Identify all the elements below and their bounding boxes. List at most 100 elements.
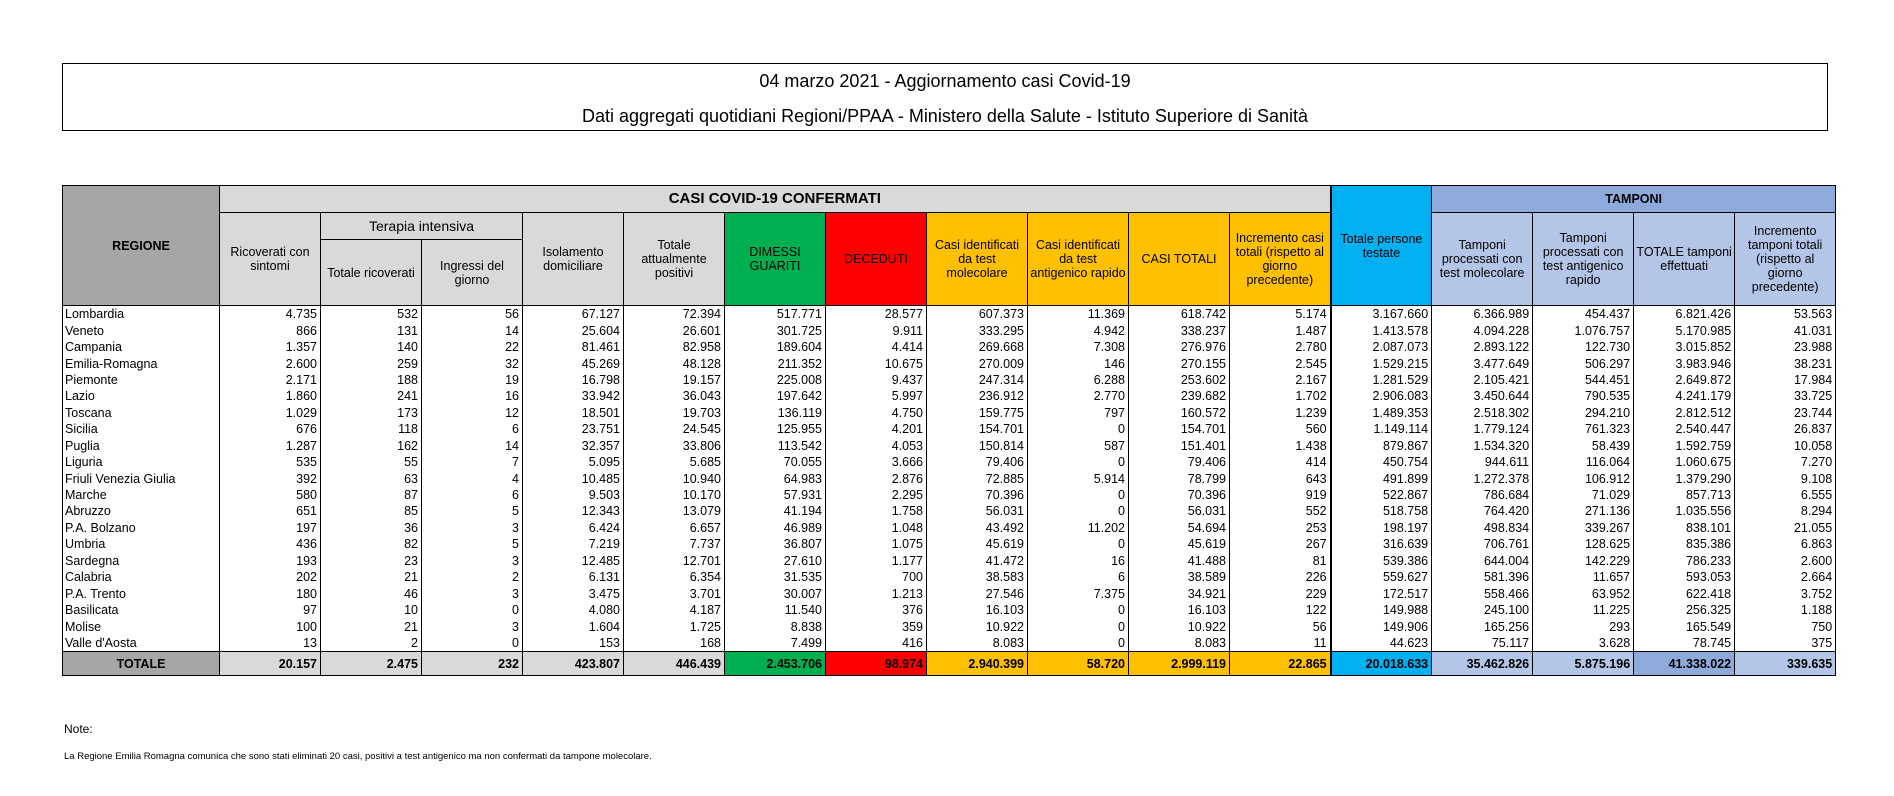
table-cell: 1.048 xyxy=(825,519,927,537)
table-cell: 154.701 xyxy=(1128,421,1230,438)
table-row: Emilia-Romagna 2.600 259 32 45.269 48.128 211.… xyxy=(62,355,1837,372)
table-cell: 9.503 xyxy=(522,486,624,504)
header-group-terapia: Terapia intensiva xyxy=(320,212,523,240)
totals-cell: 339.635 xyxy=(1734,651,1837,677)
report-title: 04 marzo 2021 - Aggiornamento casi Covid… xyxy=(759,71,1131,91)
region-name-cell: Toscana xyxy=(62,404,220,422)
totals-cell: 232 xyxy=(421,651,523,677)
table-cell: 160.572 xyxy=(1128,404,1230,422)
table-cell: 4.080 xyxy=(522,601,624,619)
table-cell: 225.008 xyxy=(724,371,826,389)
table-cell: 56.031 xyxy=(926,503,1028,520)
region-name-cell: Veneto xyxy=(62,322,220,339)
table-cell: 4.241.179 xyxy=(1633,388,1736,405)
table-cell: 1.272.378 xyxy=(1431,470,1534,487)
table-cell: 32 xyxy=(421,355,523,372)
table-cell: 16.798 xyxy=(522,371,624,389)
totals-cell: 22.865 xyxy=(1228,651,1332,677)
table-cell: 3.666 xyxy=(825,453,927,471)
region-name-cell: Molise xyxy=(62,618,220,635)
table-row: P.A. Bolzano 197 36 3 6.424 6.657 46.989 1.048 4… xyxy=(62,519,1837,537)
table-cell: 7.737 xyxy=(623,536,725,553)
totals-cell: 446.439 xyxy=(623,651,725,677)
table-cell: 4.735 xyxy=(219,305,321,323)
table-cell: 676 xyxy=(219,421,321,438)
table-cell: 1.060.675 xyxy=(1633,453,1736,471)
table-cell: 392 xyxy=(219,470,321,487)
table-cell: 75.117 xyxy=(1431,634,1534,653)
table-cell: 11 xyxy=(1228,634,1332,653)
table-cell: 197 xyxy=(219,519,321,537)
region-name-cell: Lazio xyxy=(62,388,220,405)
table-cell: 57.931 xyxy=(724,486,826,504)
table-cell: 0 xyxy=(421,634,523,653)
table-row: Marche 580 87 6 9.503 10.170 57.931 2.295 70.396… xyxy=(62,486,1837,504)
header-group-casi: CASI COVID-19 CONFERMATI xyxy=(218,185,1332,213)
header-positivi: Totale attualmente positivi xyxy=(623,212,725,306)
table-cell: 27.546 xyxy=(926,585,1028,602)
table-cell: 19 xyxy=(421,371,523,389)
table-row: Liguria 535 55 7 5.095 5.685 70.055 3.666 79.406… xyxy=(62,453,1837,471)
table-row: Sardegna 193 23 3 12.485 12.701 27.610 1.177 41.… xyxy=(62,552,1837,569)
table-cell: 11.202 xyxy=(1027,519,1129,537)
totals-cell: 41.338.022 xyxy=(1633,651,1736,677)
table-cell: 6 xyxy=(421,486,523,504)
table-cell: 0 xyxy=(1027,453,1129,471)
table-cell: 4 xyxy=(421,470,523,487)
table-cell: 136.119 xyxy=(724,404,826,422)
table-cell: 27.610 xyxy=(724,552,826,569)
table-cell: 3.450.644 xyxy=(1431,388,1534,405)
table-cell: 23.988 xyxy=(1734,338,1837,356)
table-cell: 3.475 xyxy=(522,585,624,602)
totals-cell: 2.940.399 xyxy=(926,651,1028,677)
table-cell: 580 xyxy=(219,486,321,504)
table-cell: 4.187 xyxy=(623,601,725,619)
table-cell: 172.517 xyxy=(1329,585,1433,602)
table-cell: 1.379.290 xyxy=(1633,470,1736,487)
table-cell: 10.922 xyxy=(1128,618,1230,635)
table-cell: 12 xyxy=(421,404,523,422)
table-cell: 8.083 xyxy=(926,634,1028,653)
totals-cell: 2.453.706 xyxy=(724,651,826,677)
table-cell: 1.029 xyxy=(219,404,321,422)
table-cell: 11.540 xyxy=(724,601,826,619)
table-cell: 6 xyxy=(421,421,523,438)
region-name-cell: Sicilia xyxy=(62,421,220,438)
table-cell: 79.406 xyxy=(926,453,1028,471)
table-row: Campania 1.357 140 22 81.461 82.958 189.604 4.4… xyxy=(62,338,1837,356)
table-cell: 5 xyxy=(421,536,523,553)
table-cell: 128.625 xyxy=(1532,536,1635,553)
note-text: La Regione Emilia Romagna comunica che s… xyxy=(64,751,652,762)
table-cell: 30.007 xyxy=(724,585,826,602)
table-cell: 168 xyxy=(623,634,725,653)
table-cell: 12.485 xyxy=(522,552,624,569)
table-cell: 38.589 xyxy=(1128,569,1230,586)
table-cell: 41.194 xyxy=(724,503,826,520)
table-cell: 2.906.083 xyxy=(1329,388,1433,405)
totals-cell: 35.462.826 xyxy=(1431,651,1534,677)
region-name-cell: Puglia xyxy=(62,437,220,454)
totals-cell: 2.475 xyxy=(320,651,422,677)
table-cell: 1.758 xyxy=(825,503,927,520)
table-cell: 11.657 xyxy=(1532,569,1635,586)
totals-cell: 20.018.633 xyxy=(1329,651,1433,677)
table-cell: 454.437 xyxy=(1532,305,1635,323)
table-cell: 7.270 xyxy=(1734,453,1837,471)
region-name-cell: Marche xyxy=(62,486,220,504)
table-cell: 202 xyxy=(219,569,321,586)
table-cell: 16 xyxy=(1027,552,1129,569)
table-cell: 72.885 xyxy=(926,470,1028,487)
table-cell: 10.485 xyxy=(522,470,624,487)
table-cell: 700 xyxy=(825,569,927,586)
table-cell: 559.627 xyxy=(1329,569,1433,586)
header-ti-ingressi: Ingressi del giorno xyxy=(421,239,523,306)
table-cell: 78.745 xyxy=(1633,634,1736,653)
region-name-cell: Basilicata xyxy=(62,601,220,619)
totals-cell: 20.157 xyxy=(219,651,321,677)
table-cell: 9.108 xyxy=(1734,470,1837,487)
table-cell: 19.703 xyxy=(623,404,725,422)
table-cell: 607.373 xyxy=(926,305,1028,323)
table-cell: 269.668 xyxy=(926,338,1028,356)
table-cell: 1.357 xyxy=(219,338,321,356)
totals-row: TOTALE 20.157 2.475 232 423.807 446.439 2.453.… xyxy=(62,651,1837,677)
